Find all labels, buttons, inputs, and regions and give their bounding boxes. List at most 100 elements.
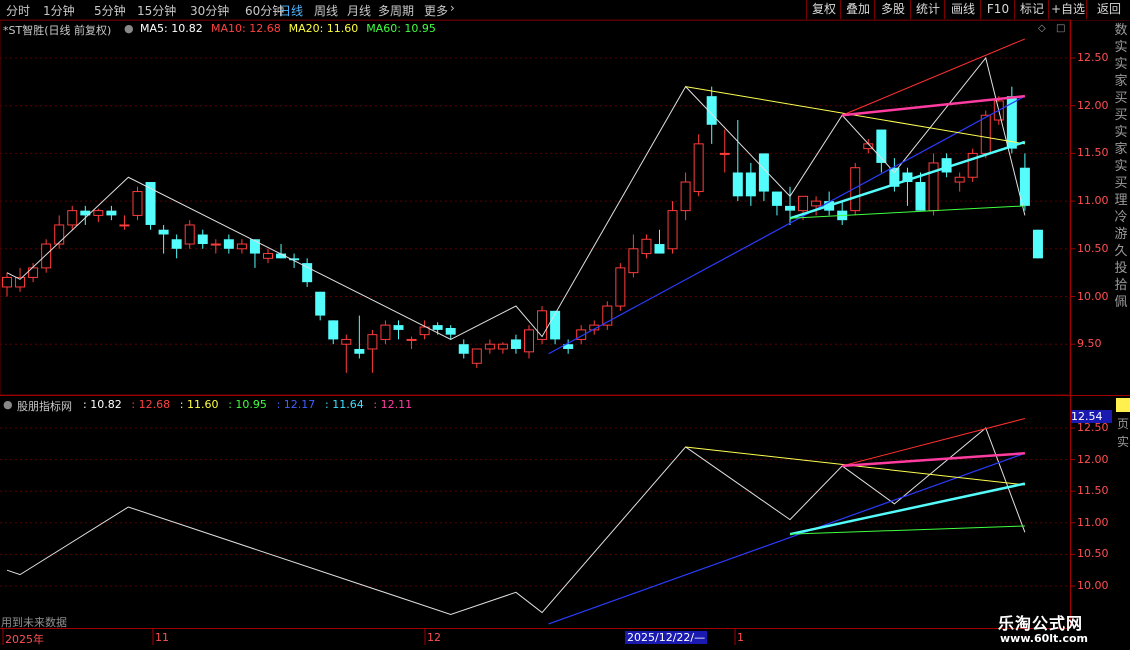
candle — [315, 291, 326, 321]
side-char: 家 — [1114, 74, 1128, 89]
main-y-tick: 12.50 — [1077, 51, 1109, 64]
candle — [602, 301, 613, 330]
sub-y-tick: 12.50 — [1077, 421, 1109, 434]
toolbar-button[interactable]: 返回 — [1086, 0, 1130, 19]
side-char: 家 — [1114, 142, 1128, 157]
candle — [328, 320, 339, 345]
ma-label: MA20: 11.60 — [288, 22, 359, 35]
candle — [758, 153, 769, 202]
toolbar-button[interactable]: 统计 — [910, 0, 945, 19]
period-tab[interactable]: 5分钟 — [94, 2, 126, 19]
side-char: 投 — [1114, 261, 1128, 276]
candle — [119, 215, 130, 230]
side-char: 买 — [1114, 108, 1128, 123]
candle — [497, 342, 508, 354]
candle — [628, 234, 639, 278]
toolbar-button[interactable]: F10 — [980, 0, 1015, 19]
side-char: 游 — [1114, 227, 1128, 242]
sub-side-char: 页 — [1117, 417, 1130, 431]
candle — [106, 205, 117, 221]
side-char: 买 — [1114, 91, 1128, 106]
candle — [471, 348, 482, 369]
candle — [654, 229, 665, 254]
candle — [236, 239, 247, 254]
sub-settings-circle-icon[interactable]: ● — [3, 398, 13, 411]
zigzag-line — [6, 56, 1026, 340]
toolbar-button[interactable]: 多股 — [874, 0, 911, 19]
sub-side-marker — [1116, 398, 1130, 412]
watermark-url: www.60lt.com — [1000, 632, 1089, 645]
candle — [732, 120, 743, 202]
side-char: 实 — [1114, 57, 1128, 72]
candle — [928, 153, 939, 216]
sub-y-tick: 11.00 — [1077, 515, 1109, 529]
side-char: 理 — [1114, 193, 1128, 208]
ma-label: MA5: 10.82 — [140, 22, 203, 35]
toolbar-button[interactable]: 画线 — [944, 0, 981, 19]
side-text-panel: 数实实家买买实家实买理冷游久投拾佩 — [1112, 22, 1130, 394]
future-data-note: 用到未来数据 — [1, 616, 67, 629]
candle — [641, 234, 652, 259]
yellow-trendline — [685, 86, 1025, 145]
toolbar-button[interactable]: 叠加 — [840, 0, 875, 19]
period-tab[interactable]: 多周期 — [378, 2, 414, 19]
candle — [380, 320, 391, 345]
candle — [863, 139, 874, 154]
diamond-icon[interactable]: ◇ — [1038, 23, 1046, 34]
watermark-name: 乐淘公式网 — [998, 614, 1084, 633]
candle — [341, 334, 352, 373]
candle — [184, 220, 195, 249]
period-tab[interactable]: 30分钟 — [190, 2, 229, 19]
side-char: 佩 — [1114, 295, 1128, 310]
sub-y-tick: 10.00 — [1077, 579, 1109, 592]
candle — [811, 196, 822, 216]
side-char: 拾 — [1114, 278, 1128, 293]
main-y-tick: 11.00 — [1077, 194, 1109, 208]
toolbar-button[interactable]: +自选 — [1048, 0, 1087, 19]
sub-y-tick: 12.00 — [1077, 452, 1109, 466]
side-char: 实 — [1114, 125, 1128, 140]
candle — [367, 329, 378, 373]
candle — [719, 129, 730, 173]
side-char: 实 — [1114, 159, 1128, 174]
candle — [171, 234, 182, 259]
candle — [693, 134, 704, 197]
kline-chart[interactable] — [0, 0, 1130, 650]
toolbar-button[interactable]: 标记 — [1014, 0, 1049, 19]
candle — [393, 320, 404, 340]
ma-label: MA10: 12.68 — [211, 22, 281, 35]
candle — [954, 172, 965, 192]
period-tab[interactable]: 日线 — [279, 2, 303, 19]
period-tab[interactable]: 分时 — [6, 2, 30, 19]
period-tab[interactable]: 1分钟 — [43, 2, 75, 19]
period-tab[interactable]: 月线 — [347, 2, 371, 19]
candle — [41, 239, 52, 273]
period-tab[interactable]: 周线 — [314, 2, 338, 19]
candle — [615, 263, 626, 311]
main-y-tick: 12.00 — [1077, 98, 1109, 112]
candle — [145, 182, 156, 230]
time-label: 1 — [737, 631, 744, 644]
side-char: 实 — [1114, 40, 1128, 55]
period-tab[interactable]: 15分钟 — [137, 2, 176, 19]
candle — [28, 263, 39, 283]
candle — [406, 336, 417, 349]
candle — [210, 239, 221, 254]
candle — [967, 148, 978, 183]
candle — [458, 339, 469, 359]
side-char: 数 — [1114, 23, 1128, 38]
candle — [419, 320, 430, 340]
side-char: 买 — [1114, 176, 1128, 191]
sub-y-tick: 10.50 — [1077, 547, 1109, 561]
candle — [54, 215, 65, 249]
period-tab[interactable]: 更多 — [424, 2, 448, 19]
main-y-tick: 11.50 — [1077, 146, 1109, 160]
square-icon[interactable]: □ — [1056, 23, 1065, 34]
toolbar-button[interactable]: 复权 — [806, 0, 841, 19]
candle — [706, 86, 717, 144]
sub-blue-line — [548, 452, 1026, 625]
main-y-tick: 10.50 — [1077, 241, 1109, 255]
candle — [837, 201, 848, 225]
sub-side-char: 实 — [1117, 435, 1130, 449]
settings-circle-icon[interactable]: ● — [124, 22, 134, 35]
